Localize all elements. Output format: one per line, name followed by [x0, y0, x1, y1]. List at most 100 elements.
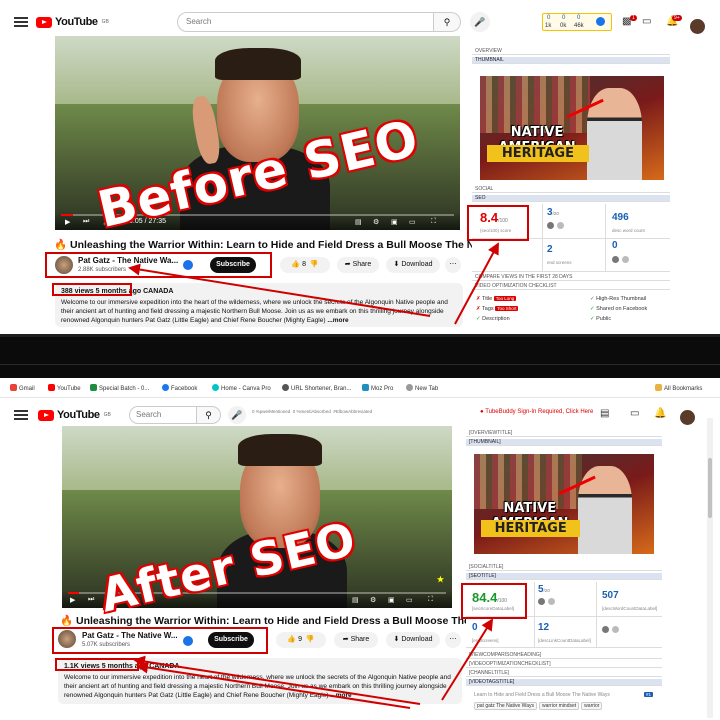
fullscreen-icon[interactable]: ⛶: [428, 596, 433, 604]
facebook-icon: [162, 384, 169, 391]
tag-chip[interactable]: warrior mindset: [538, 702, 580, 710]
bookmark-url-shortener[interactable]: URL Shortener, Bran...: [282, 384, 351, 392]
more-actions-icon[interactable]: ⋯: [445, 632, 461, 648]
divider-band: [0, 334, 720, 378]
download-label: Download: [401, 636, 433, 643]
share-icon: ➦: [342, 636, 349, 643]
compare-views-heading[interactable]: COMPARE VIEWS IN THE FIRST 28 DAYS: [472, 274, 670, 281]
search-input[interactable]: Search: [177, 12, 434, 32]
overview-heading[interactable]: OVERVIEW: [472, 48, 670, 55]
share-button[interactable]: ➦ Share: [337, 257, 379, 273]
account-avatar[interactable]: [690, 19, 705, 34]
mic-icon[interactable]: 🎤: [470, 12, 490, 32]
too-short-tag: Too Short: [495, 306, 519, 311]
bookmark-moz[interactable]: Moz Pro: [362, 384, 393, 392]
canva-icon: [212, 384, 219, 391]
tubebuddy-signin-link[interactable]: ● TubeBuddy Sign-In Required, Click Here: [480, 409, 593, 415]
tags-title-line: Learn to Hide and Field Dress a Bull Moo…: [474, 692, 610, 698]
extension-icon[interactable]: [596, 17, 605, 26]
mini-avatar: [602, 626, 609, 633]
youtube-logo[interactable]: YouTube GB: [38, 409, 111, 421]
bookmark-youtube[interactable]: YouTube: [48, 384, 81, 392]
tag-chip[interactable]: warrior: [581, 702, 603, 710]
link-icon: [282, 384, 289, 391]
tubebuddy-menu-icon[interactable]: ▤: [600, 408, 609, 419]
pass-icon: ✓: [590, 306, 595, 312]
account-avatar[interactable]: [680, 410, 695, 425]
overview-heading[interactable]: [OVERVIEWTITLE]: [466, 430, 662, 437]
bookmarks-bar: Gmail YouTube Special Batch - 0... Faceb…: [0, 378, 720, 398]
video-thumbnail[interactable]: NATIVE AMERICAN HERITAGE: [480, 76, 664, 180]
theater-icon[interactable]: ▭: [409, 218, 416, 226]
settings-icon[interactable]: ⚙: [373, 218, 379, 226]
vidiq-extension-bar[interactable]: 0 0 0 1k 0k 46k: [542, 13, 612, 31]
theater-icon[interactable]: ▭: [406, 596, 413, 604]
share-button[interactable]: ➦ Share: [334, 632, 378, 648]
create-video-icon[interactable]: ▭: [630, 408, 639, 419]
menu-icon[interactable]: [14, 410, 28, 420]
scrollbar[interactable]: [707, 418, 713, 718]
all-bookmarks[interactable]: All Bookmarks: [655, 384, 702, 392]
bookmark-gmail[interactable]: Gmail: [10, 384, 35, 392]
thumbnail-heading[interactable]: [THUMBNAIL]: [466, 439, 662, 446]
bookmark-label: URL Shortener, Bran...: [291, 386, 352, 392]
social-heading[interactable]: SOCIAL: [472, 186, 670, 193]
like-dislike-button[interactable]: 👍 9 👎: [276, 632, 326, 648]
mini-avatar: [547, 222, 554, 229]
bookmark-label: Moz Pro: [371, 386, 394, 392]
search-button[interactable]: ⚲: [434, 12, 461, 32]
menu-icon[interactable]: [14, 17, 28, 27]
show-more-link[interactable]: ...more: [330, 692, 351, 699]
next-icon[interactable]: ⏭: [83, 218, 89, 226]
mic-icon[interactable]: 🎤: [228, 406, 246, 424]
checklist-heading[interactable]: VIDEO OPTIMIZATION CHECKLIST: [472, 283, 670, 290]
notification-count: 9+: [672, 15, 682, 21]
captions-icon[interactable]: ▤: [352, 596, 359, 604]
compare-views-heading[interactable]: [VIEWCOMPARISONHEADING]: [466, 652, 662, 659]
after-seo-screenshot: Gmail YouTube Special Batch - 0... Faceb…: [0, 378, 720, 720]
desc-word-count: 507: [602, 590, 619, 601]
fullscreen-icon[interactable]: ⛶: [431, 218, 436, 226]
scrollbar-thumb[interactable]: [708, 458, 712, 518]
video-tags-heading[interactable]: [VIDEOTAGSTITLE]: [466, 679, 662, 686]
more-actions-icon[interactable]: ⋯: [445, 257, 461, 273]
thumbnail-heading[interactable]: THUMBNAIL: [472, 57, 670, 64]
search-input[interactable]: Search: [129, 406, 197, 424]
download-button[interactable]: ⬇ Download: [386, 257, 440, 273]
mini-avatar: [612, 626, 619, 633]
share-label: Share: [350, 636, 370, 643]
mini-avatar: [557, 222, 564, 229]
tag-chip[interactable]: pat gatz The Native Ways: [474, 702, 537, 710]
search-button[interactable]: ⚲: [197, 406, 221, 424]
tags-list: pat gatz The Native Ways warrior mindset w…: [474, 702, 604, 710]
channel-watermark-icon[interactable]: ★: [437, 575, 444, 584]
bookmark-new-tab[interactable]: New Tab: [406, 384, 438, 392]
video-thumbnail[interactable]: NATIVE AMERICAN HERITAGE: [474, 454, 654, 554]
bookmark-canva[interactable]: Home - Canva Pro: [212, 384, 271, 392]
social-heading[interactable]: [SOCIALTITLE]: [466, 564, 662, 571]
channel-heading[interactable]: [CHANNELTITLE]: [466, 670, 662, 677]
youtube-logo[interactable]: YouTube GB: [36, 16, 109, 28]
like-dislike-button[interactable]: 👍 8 👎: [280, 257, 330, 273]
thumbs-up-icon: 👍: [287, 636, 297, 643]
settings-icon[interactable]: ⚙: [370, 596, 376, 604]
search-icon: ⚲: [443, 17, 451, 27]
bookmark-facebook[interactable]: Facebook: [162, 384, 197, 392]
create-video-icon[interactable]: ▭: [642, 16, 651, 27]
download-icon: ⬇: [393, 636, 400, 643]
play-icon[interactable]: ▶: [65, 218, 70, 226]
show-more-link[interactable]: ...more: [327, 317, 348, 324]
play-icon[interactable]: ▶: [70, 596, 75, 604]
notification-bell-icon[interactable]: 🔔: [654, 408, 666, 419]
seo-heading[interactable]: SEO: [472, 195, 670, 202]
miniplayer-icon[interactable]: ▣: [388, 596, 395, 604]
miniplayer-icon[interactable]: ▣: [391, 218, 398, 226]
bookmark-special-batch[interactable]: Special Batch - 0...: [90, 384, 149, 392]
seo-heading[interactable]: [SEOTITLE]: [466, 573, 662, 580]
thumbnail-text-banner: HERITAGE: [487, 144, 589, 162]
next-icon[interactable]: ⏭: [88, 596, 94, 604]
download-label: Download: [401, 261, 433, 268]
download-button[interactable]: ⬇ Download: [386, 632, 440, 648]
checklist-heading[interactable]: [VIDEOOPTIMIZATIONCHECKLIST]: [466, 661, 662, 668]
captions-icon[interactable]: ▤: [355, 218, 362, 226]
